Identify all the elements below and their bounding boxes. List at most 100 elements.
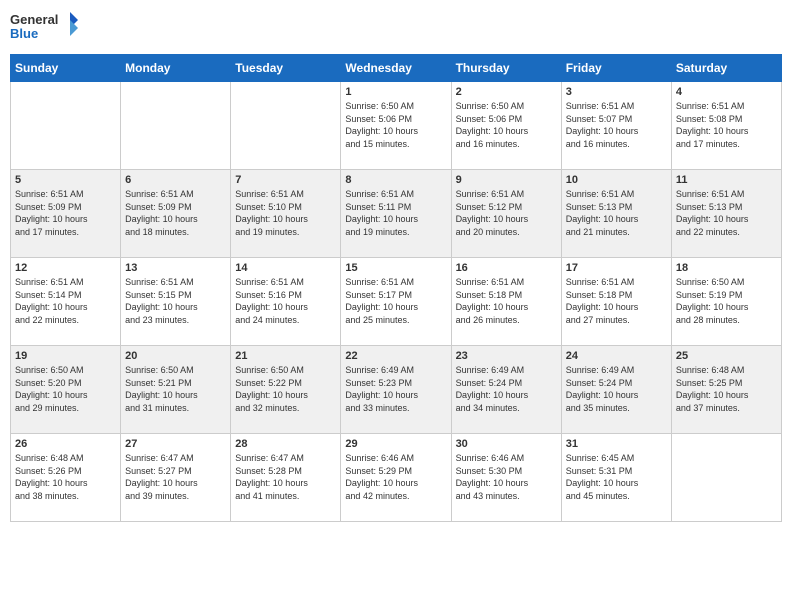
day-number: 5 [15,174,116,186]
day-info: Sunrise: 6:47 AM Sunset: 5:28 PM Dayligh… [235,452,336,502]
calendar-day-cell: 4Sunrise: 6:51 AM Sunset: 5:08 PM Daylig… [671,82,781,170]
calendar-day-cell [231,82,341,170]
day-info: Sunrise: 6:51 AM Sunset: 5:09 PM Dayligh… [15,188,116,238]
day-number: 4 [676,86,777,98]
weekday-header-cell: Friday [561,55,671,82]
calendar-day-cell [671,434,781,522]
day-info: Sunrise: 6:51 AM Sunset: 5:09 PM Dayligh… [125,188,226,238]
calendar-day-cell: 5 Sunrise: 6:51 AM Sunset: 5:09 PM Daylig… [11,170,121,258]
day-info: Sunrise: 6:47 AM Sunset: 5:27 PM Dayligh… [125,452,226,502]
calendar-table: SundayMondayTuesdayWednesdayThursdayFrid… [10,54,782,522]
calendar-day-cell: 12 Sunrise: 6:51 AM Sunset: 5:14 PM Dayli… [11,258,121,346]
day-number: 14 [235,262,336,274]
weekday-header-cell: Sunday [11,55,121,82]
calendar-week-row: 1 Sunrise: 6:50 AM Sunset: 5:06 PM Daylig… [11,82,782,170]
day-info: Sunrise: 6:51 AM Sunset: 5:13 PM Dayligh… [676,188,777,238]
day-number: 15 [345,262,446,274]
calendar-day-cell: 30 Sunrise: 6:46 AM Sunset: 5:30 PM Dayli… [451,434,561,522]
day-info: Sunrise: 6:49 AM Sunset: 5:23 PM Dayligh… [345,364,446,414]
calendar-day-cell: 16Sunrise: 6:51 AM Sunset: 5:18 PM Dayli… [451,258,561,346]
calendar-day-cell: 28 Sunrise: 6:47 AM Sunset: 5:28 PM Dayli… [231,434,341,522]
calendar-day-cell: 11Sunrise: 6:51 AM Sunset: 5:13 PM Dayli… [671,170,781,258]
day-number: 23 [456,350,557,362]
day-number: 21 [235,350,336,362]
weekday-header-row: SundayMondayTuesdayWednesdayThursdayFrid… [11,55,782,82]
day-info: Sunrise: 6:50 AM Sunset: 5:06 PM Dayligh… [456,100,557,150]
calendar-day-cell: 20Sunrise: 6:50 AM Sunset: 5:21 PM Dayli… [121,346,231,434]
day-number: 12 [15,262,116,274]
day-info: Sunrise: 6:51 AM Sunset: 5:14 PM Dayligh… [15,276,116,326]
day-info: Sunrise: 6:51 AM Sunset: 5:15 PM Dayligh… [125,276,226,326]
day-info: Sunrise: 6:50 AM Sunset: 5:06 PM Dayligh… [345,100,446,150]
day-info: Sunrise: 6:51 AM Sunset: 5:10 PM Dayligh… [235,188,336,238]
day-number: 7 [235,174,336,186]
day-number: 31 [566,438,667,450]
day-info: Sunrise: 6:50 AM Sunset: 5:22 PM Dayligh… [235,364,336,414]
day-number: 22 [345,350,446,362]
logo: General Blue [10,10,80,46]
calendar-day-cell: 3Sunrise: 6:51 AM Sunset: 5:07 PM Daylig… [561,82,671,170]
page-header: General Blue [10,10,782,46]
day-info: Sunrise: 6:46 AM Sunset: 5:30 PM Dayligh… [456,452,557,502]
weekday-header-cell: Saturday [671,55,781,82]
day-info: Sunrise: 6:49 AM Sunset: 5:24 PM Dayligh… [566,364,667,414]
weekday-header-cell: Tuesday [231,55,341,82]
day-info: Sunrise: 6:49 AM Sunset: 5:24 PM Dayligh… [456,364,557,414]
calendar-day-cell: 31 Sunrise: 6:45 AM Sunset: 5:31 PM Dayli… [561,434,671,522]
day-info: Sunrise: 6:48 AM Sunset: 5:26 PM Dayligh… [15,452,116,502]
day-info: Sunrise: 6:51 AM Sunset: 5:16 PM Dayligh… [235,276,336,326]
day-info: Sunrise: 6:51 AM Sunset: 5:12 PM Dayligh… [456,188,557,238]
day-info: Sunrise: 6:51 AM Sunset: 5:18 PM Dayligh… [566,276,667,326]
day-info: Sunrise: 6:45 AM Sunset: 5:31 PM Dayligh… [566,452,667,502]
day-info: Sunrise: 6:50 AM Sunset: 5:21 PM Dayligh… [125,364,226,414]
calendar-day-cell [11,82,121,170]
day-info: Sunrise: 6:51 AM Sunset: 5:11 PM Dayligh… [345,188,446,238]
calendar-day-cell: 10Sunrise: 6:51 AM Sunset: 5:13 PM Dayli… [561,170,671,258]
calendar-day-cell: 21 Sunrise: 6:50 AM Sunset: 5:22 PM Dayli… [231,346,341,434]
calendar-day-cell: 25 Sunrise: 6:48 AM Sunset: 5:25 PM Dayli… [671,346,781,434]
day-number: 27 [125,438,226,450]
calendar-day-cell: 9 Sunrise: 6:51 AM Sunset: 5:12 PM Daylig… [451,170,561,258]
calendar-week-row: 26 Sunrise: 6:48 AM Sunset: 5:26 PM Dayli… [11,434,782,522]
calendar-day-cell: 22 Sunrise: 6:49 AM Sunset: 5:23 PM Dayli… [341,346,451,434]
day-number: 24 [566,350,667,362]
day-number: 17 [566,262,667,274]
weekday-header-cell: Wednesday [341,55,451,82]
calendar-day-cell: 23 Sunrise: 6:49 AM Sunset: 5:24 PM Dayli… [451,346,561,434]
day-number: 25 [676,350,777,362]
calendar-day-cell: 2 Sunrise: 6:50 AM Sunset: 5:06 PM Daylig… [451,82,561,170]
day-number: 1 [345,86,446,98]
day-info: Sunrise: 6:48 AM Sunset: 5:25 PM Dayligh… [676,364,777,414]
calendar-day-cell [121,82,231,170]
svg-text:Blue: Blue [10,26,38,41]
calendar-body: 1 Sunrise: 6:50 AM Sunset: 5:06 PM Daylig… [11,82,782,522]
weekday-header-cell: Monday [121,55,231,82]
day-number: 29 [345,438,446,450]
calendar-week-row: 5 Sunrise: 6:51 AM Sunset: 5:09 PM Daylig… [11,170,782,258]
day-info: Sunrise: 6:50 AM Sunset: 5:19 PM Dayligh… [676,276,777,326]
calendar-week-row: 12 Sunrise: 6:51 AM Sunset: 5:14 PM Dayli… [11,258,782,346]
day-number: 2 [456,86,557,98]
logo-svg: General Blue [10,10,80,46]
calendar-day-cell: 17 Sunrise: 6:51 AM Sunset: 5:18 PM Dayli… [561,258,671,346]
day-info: Sunrise: 6:50 AM Sunset: 5:20 PM Dayligh… [15,364,116,414]
calendar-week-row: 19 Sunrise: 6:50 AM Sunset: 5:20 PM Dayli… [11,346,782,434]
calendar-day-cell: 26 Sunrise: 6:48 AM Sunset: 5:26 PM Dayli… [11,434,121,522]
day-info: Sunrise: 6:51 AM Sunset: 5:13 PM Dayligh… [566,188,667,238]
day-number: 30 [456,438,557,450]
svg-text:General: General [10,12,58,27]
day-number: 26 [15,438,116,450]
calendar-day-cell: 18Sunrise: 6:50 AM Sunset: 5:19 PM Dayli… [671,258,781,346]
day-number: 9 [456,174,557,186]
calendar-day-cell: 8Sunrise: 6:51 AM Sunset: 5:11 PM Daylig… [341,170,451,258]
calendar-day-cell: 6 Sunrise: 6:51 AM Sunset: 5:09 PM Daylig… [121,170,231,258]
calendar-day-cell: 29Sunrise: 6:46 AM Sunset: 5:29 PM Dayli… [341,434,451,522]
weekday-header-cell: Thursday [451,55,561,82]
day-number: 3 [566,86,667,98]
day-number: 6 [125,174,226,186]
day-number: 19 [15,350,116,362]
day-number: 28 [235,438,336,450]
calendar-day-cell: 24 Sunrise: 6:49 AM Sunset: 5:24 PM Dayli… [561,346,671,434]
calendar-day-cell: 15Sunrise: 6:51 AM Sunset: 5:17 PM Dayli… [341,258,451,346]
calendar-day-cell: 13Sunrise: 6:51 AM Sunset: 5:15 PM Dayli… [121,258,231,346]
